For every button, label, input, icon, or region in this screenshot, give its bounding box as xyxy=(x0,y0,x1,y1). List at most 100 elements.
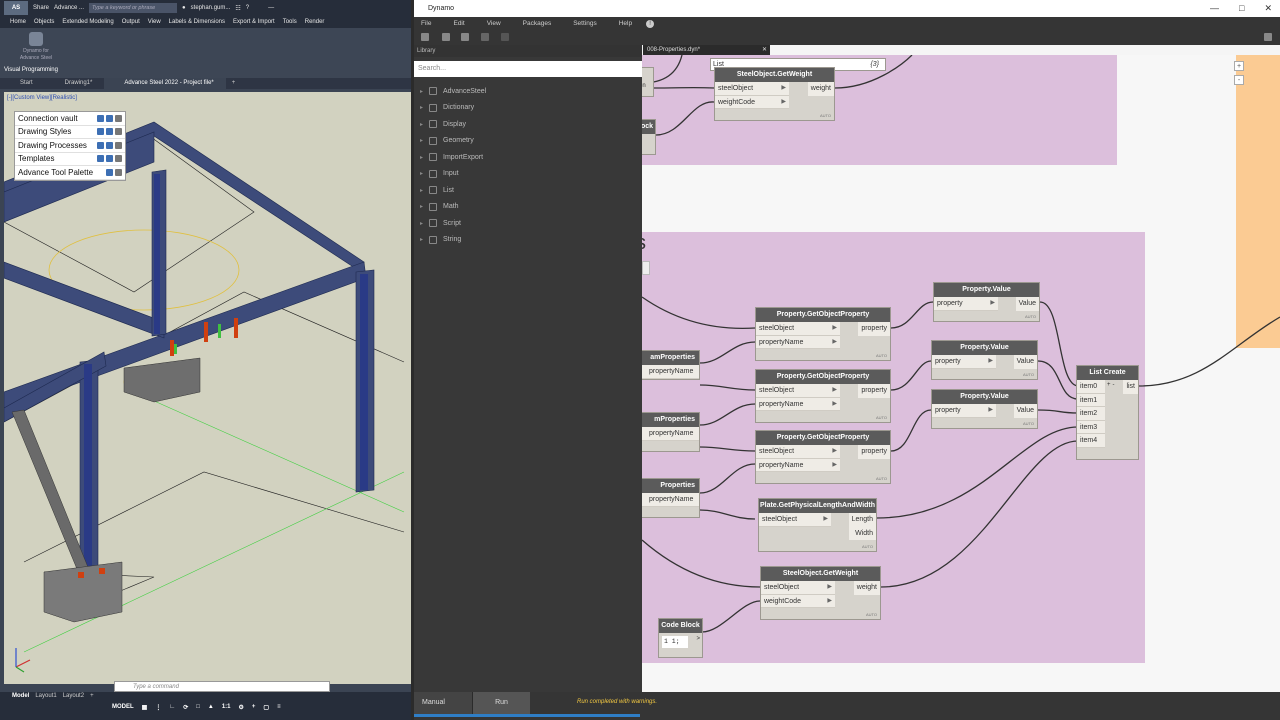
close-icon[interactable] xyxy=(115,128,122,136)
settings-icon[interactable] xyxy=(97,114,104,122)
palette-item-drawing-processes[interactable]: Drawing Processes xyxy=(15,139,125,153)
property-name-port[interactable]: propertyName xyxy=(642,493,699,507)
menu-settings[interactable]: Settings xyxy=(573,17,597,30)
remove-port-button[interactable]: - xyxy=(1113,382,1115,388)
settings-icon[interactable]: ⚙ xyxy=(239,704,244,711)
menu-edit[interactable]: Edit xyxy=(453,17,464,30)
steelobject-port[interactable]: steelObject ▶ xyxy=(761,581,835,595)
property-name-port[interactable]: propertyName xyxy=(642,427,699,441)
property-name-port[interactable]: propertyName xyxy=(642,365,699,379)
ribbon-tab-labels-dimensions[interactable]: Labels & Dimensions xyxy=(169,16,225,28)
steelobject-port[interactable]: steelObject ▶ xyxy=(756,322,840,336)
propertyname-port[interactable]: propertyName ▶ xyxy=(756,397,840,411)
camera-icon[interactable] xyxy=(1264,33,1272,41)
property-output-port[interactable]: property xyxy=(858,322,890,336)
file-tab[interactable]: 008-Properties.dyn* ✕ xyxy=(643,45,770,55)
library-category-dictionary[interactable]: ▸ Dictionary xyxy=(414,100,642,117)
code-block-node[interactable]: Code Block 1 1; > xyxy=(658,618,703,658)
ribbon-tab-objects[interactable]: Objects xyxy=(34,16,54,28)
property-output-port[interactable]: property xyxy=(858,384,890,398)
plate-getphysicallengthandwidth-node[interactable]: Plate.GetPhysicalLengthAndWidth steelObj… xyxy=(758,498,877,552)
new-file-icon[interactable] xyxy=(421,33,429,41)
cart-icon[interactable]: ☷ xyxy=(235,5,240,12)
maximize-icon[interactable]: □ xyxy=(1239,0,1244,17)
ribbon-tab-view[interactable]: View xyxy=(148,16,161,28)
palette-item-drawing-styles[interactable]: Drawing Styles xyxy=(15,126,125,139)
scale-label[interactable]: 1:1 xyxy=(222,704,231,711)
close-icon[interactable] xyxy=(115,114,122,122)
info-icon[interactable]: ! xyxy=(646,17,655,30)
library-category-string[interactable]: ▸ String xyxy=(414,232,642,249)
menu-packages[interactable]: Packages xyxy=(523,17,552,30)
add-port-button[interactable]: + xyxy=(1107,382,1111,388)
partial-node-m-properties[interactable]: mProperties propertyName xyxy=(642,412,700,452)
steelobject-port[interactable]: steelObject ▶ xyxy=(756,384,840,398)
library-category-script[interactable]: ▸ Script xyxy=(414,215,642,232)
steelobject-port[interactable]: steelObject ▶ xyxy=(756,445,840,459)
user-name[interactable]: stephan.gum... xyxy=(191,5,231,11)
length-output-port[interactable]: Length xyxy=(848,513,876,527)
property-value-node-1[interactable]: Property.Value property ▶ Value AUTO xyxy=(933,282,1040,322)
grid-icon[interactable]: ▦ xyxy=(142,704,148,711)
close-icon[interactable]: ✕ xyxy=(1264,0,1272,17)
user-icon[interactable]: ● xyxy=(182,5,186,11)
layout-tab-model[interactable]: Model xyxy=(12,693,29,699)
library-category-geometry[interactable]: ▸ Geometry xyxy=(414,133,642,150)
weight-output-port[interactable]: weight xyxy=(853,581,880,595)
close-icon[interactable] xyxy=(115,155,122,163)
weight-output-port[interactable]: weight xyxy=(807,82,834,96)
value-output-port[interactable]: Value xyxy=(1015,297,1039,311)
item4-port[interactable]: item4 xyxy=(1077,434,1105,448)
close-icon[interactable] xyxy=(115,168,122,176)
minimize-icon[interactable]: — xyxy=(1210,0,1219,17)
plus-icon[interactable]: + xyxy=(252,704,256,711)
annotation-icon[interactable]: ▲ xyxy=(208,704,214,711)
osnap-icon[interactable]: □ xyxy=(196,704,200,711)
steelobject-getweight-node[interactable]: SteelObject.GetWeight steelObject ▶ weigh… xyxy=(714,67,835,121)
width-output-port[interactable]: Width xyxy=(848,526,876,540)
steelobject-getweight-node-2[interactable]: SteelObject.GetWeight steelObject ▶ weigh… xyxy=(760,566,881,620)
layout-tab-layout2[interactable]: Layout2 xyxy=(63,693,84,699)
close-tab-icon[interactable]: ✕ xyxy=(762,45,767,55)
run-button[interactable]: Run xyxy=(472,692,530,714)
flag-icon[interactable] xyxy=(97,155,104,163)
layout-tab-layout1[interactable]: Layout1 xyxy=(35,693,56,699)
palette-item-templates[interactable]: Templates xyxy=(15,153,125,166)
add-layout-icon[interactable]: + xyxy=(90,693,94,699)
open-file-icon[interactable] xyxy=(442,33,450,41)
item0-port[interactable]: item0 xyxy=(1077,380,1105,394)
item2-port[interactable]: item2 xyxy=(1077,407,1105,421)
ribbon-tab-render[interactable]: Render xyxy=(305,16,325,28)
code-editor[interactable]: 1 1; xyxy=(662,636,688,648)
library-category-importexport[interactable]: ▸ ImportExport xyxy=(414,149,642,166)
property-port[interactable]: property ▶ xyxy=(934,297,998,311)
library-category-math[interactable]: ▸ Math xyxy=(414,199,642,216)
dynamo-for-advance-steel-button[interactable]: Dynamo for Advance Steel xyxy=(14,32,58,62)
model-space-button[interactable]: MODEL xyxy=(112,704,134,711)
model-viewport[interactable]: [-][Custom View][Realistic] xyxy=(4,92,411,684)
menu-icon[interactable]: ≡ xyxy=(277,704,281,711)
zoom-in-icon[interactable]: + xyxy=(1234,61,1244,71)
weightcode-port[interactable]: weightCode ▶ xyxy=(761,594,835,608)
minimize-icon[interactable]: — xyxy=(268,5,274,11)
run-mode-select[interactable]: Manual xyxy=(414,692,472,714)
doc-tab-project[interactable]: Advance Steel 2022 - Project file* xyxy=(104,78,226,89)
flag-icon[interactable] xyxy=(97,141,104,149)
zoom-out-icon[interactable]: - xyxy=(1234,75,1244,85)
library-category-input[interactable]: ▸ Input xyxy=(414,166,642,183)
new-tab-icon[interactable]: + xyxy=(226,78,236,89)
pin-icon[interactable] xyxy=(106,128,113,136)
partial-node-properties[interactable]: Properties propertyName xyxy=(642,478,700,518)
list-output-port[interactable]: list xyxy=(1123,380,1138,394)
undo-icon[interactable] xyxy=(481,33,489,41)
save-icon[interactable] xyxy=(461,33,469,41)
command-line-input[interactable]: Type a command xyxy=(114,681,330,692)
getobjectproperty-node-1[interactable]: Property.GetObjectProperty steelObject ▶ … xyxy=(755,307,891,361)
propertyname-port[interactable]: propertyName ▶ xyxy=(756,458,840,472)
keyword-search-input[interactable]: Type a keyword or phrase xyxy=(89,3,178,13)
library-category-display[interactable]: ▸ Display xyxy=(414,116,642,133)
pin-icon[interactable] xyxy=(106,155,113,163)
pin-icon[interactable] xyxy=(106,168,113,176)
code-output-arrow-icon[interactable]: > xyxy=(696,636,700,642)
value-output-port[interactable]: Value xyxy=(1013,404,1037,418)
